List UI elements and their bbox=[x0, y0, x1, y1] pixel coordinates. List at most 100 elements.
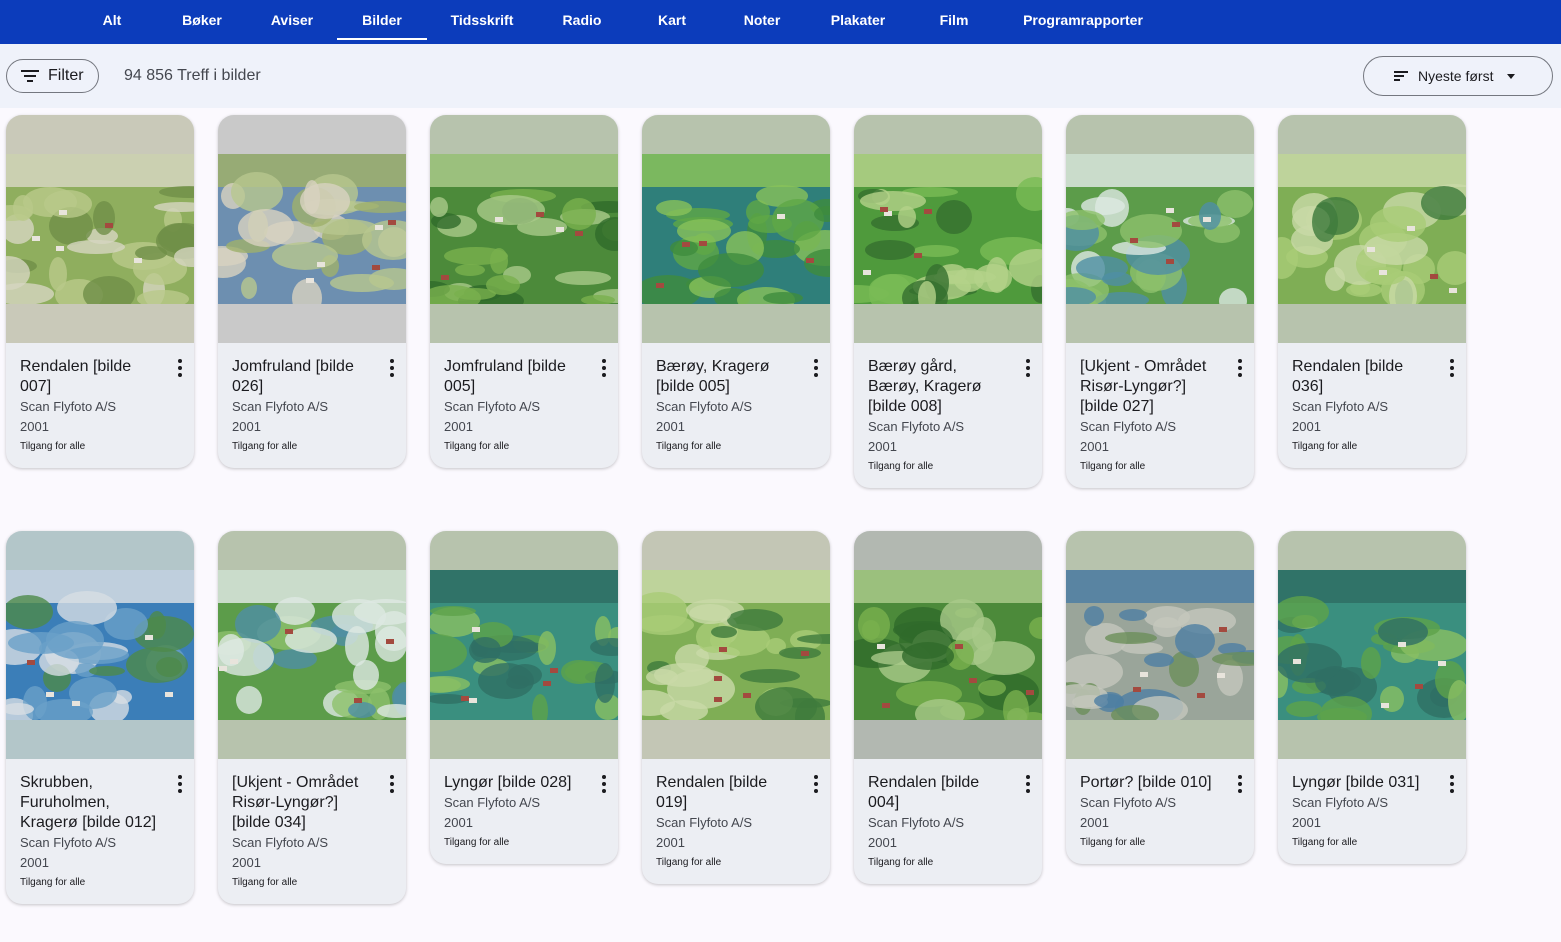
more-options-icon[interactable] bbox=[1236, 359, 1244, 377]
card-year: 2001 bbox=[868, 439, 897, 454]
more-options-icon[interactable] bbox=[176, 359, 184, 377]
filter-button[interactable]: Filter bbox=[6, 59, 99, 93]
card-info: Jomfruland [bilde 005] Scan Flyfoto A/S 20… bbox=[430, 343, 618, 468]
thumbnail[interactable] bbox=[430, 115, 618, 343]
thumbnail[interactable] bbox=[6, 115, 194, 343]
more-options-icon[interactable] bbox=[176, 775, 184, 793]
tab-aviser[interactable]: Aviser bbox=[250, 0, 334, 40]
result-card[interactable]: Bærøy gård, Bærøy, Kragerø [bilde 008] Sc… bbox=[854, 115, 1042, 488]
more-options-icon[interactable] bbox=[600, 775, 608, 793]
filter-icon bbox=[21, 69, 39, 83]
aerial-photo bbox=[642, 570, 830, 735]
more-options-icon[interactable] bbox=[1024, 359, 1032, 377]
result-card[interactable]: [Ukjent - Området Risør-Lyngør?] [bilde … bbox=[218, 531, 406, 904]
aerial-photo bbox=[1066, 570, 1254, 725]
tab-bilder[interactable]: Bilder bbox=[337, 0, 427, 40]
thumbnail[interactable] bbox=[854, 531, 1042, 759]
more-options-icon[interactable] bbox=[388, 359, 396, 377]
card-info: Bærøy, Kragerø [bilde 005] Scan Flyfoto A… bbox=[642, 343, 830, 468]
aerial-photo bbox=[430, 154, 618, 313]
filter-label: Filter bbox=[48, 67, 84, 84]
card-title: Bærøy gård, Bærøy, Kragerø [bilde 008] bbox=[868, 358, 982, 415]
card-creator: Scan Flyfoto A/S bbox=[232, 835, 329, 850]
result-card[interactable]: Rendalen [bilde 004] Scan Flyfoto A/S 2001… bbox=[854, 531, 1042, 884]
thumbnail[interactable] bbox=[1066, 531, 1254, 759]
aerial-photo bbox=[430, 570, 618, 728]
card-title: Rendalen [bilde 036] bbox=[1292, 358, 1404, 395]
card-creator: Scan Flyfoto A/S bbox=[444, 399, 541, 414]
card-title: Rendalen [bilde 019] bbox=[656, 774, 768, 811]
thumbnail[interactable] bbox=[6, 531, 194, 759]
more-options-icon[interactable] bbox=[1448, 359, 1456, 377]
thumbnail[interactable] bbox=[218, 531, 406, 759]
result-card[interactable]: Rendalen [bilde 036] Scan Flyfoto A/S 2001… bbox=[1278, 115, 1466, 468]
card-title: Skrubben, Furuholmen, Kragerø [bilde 012… bbox=[20, 774, 157, 831]
card-year: 2001 bbox=[656, 419, 685, 434]
thumbnail[interactable] bbox=[1278, 115, 1466, 343]
card-year: 2001 bbox=[1292, 419, 1321, 434]
aerial-photo bbox=[1278, 154, 1466, 316]
aerial-photo bbox=[854, 570, 1042, 730]
card-year: 2001 bbox=[232, 419, 261, 434]
result-card[interactable]: Jomfruland [bilde 005] Scan Flyfoto A/S 20… bbox=[430, 115, 618, 468]
aerial-photo bbox=[6, 570, 194, 732]
more-options-icon[interactable] bbox=[812, 359, 820, 377]
thumbnail[interactable] bbox=[642, 531, 830, 759]
more-options-icon[interactable] bbox=[600, 359, 608, 377]
card-title: Rendalen [bilde 004] bbox=[868, 774, 980, 811]
result-card[interactable]: Rendalen [bilde 019] Scan Flyfoto A/S 2001… bbox=[642, 531, 830, 884]
tab-noter[interactable]: Noter bbox=[716, 0, 808, 40]
card-title: [Ukjent - Området Risør-Lyngør?] [bilde … bbox=[1080, 358, 1207, 415]
card-access: Tilgang for alle bbox=[868, 461, 934, 472]
category-nav: Alt Bøker Aviser Bilder Tidsskrift Radio Kart N… bbox=[0, 0, 1561, 44]
result-card[interactable]: Bærøy, Kragerø [bilde 005] Scan Flyfoto A… bbox=[642, 115, 830, 468]
result-card[interactable]: Lyngør [bilde 028] Scan Flyfoto A/S 2001 Ti… bbox=[430, 531, 618, 864]
result-card[interactable]: Skrubben, Furuholmen, Kragerø [bilde 012… bbox=[6, 531, 194, 904]
card-access: Tilgang for alle bbox=[444, 441, 510, 452]
card-access: Tilgang for alle bbox=[1080, 837, 1146, 848]
card-creator: Scan Flyfoto A/S bbox=[1080, 795, 1177, 810]
result-card[interactable]: [Ukjent - Området Risør-Lyngør?] [bilde … bbox=[1066, 115, 1254, 488]
tab-film[interactable]: Film bbox=[912, 0, 996, 40]
card-creator: Scan Flyfoto A/S bbox=[656, 815, 753, 830]
card-info: [Ukjent - Området Risør-Lyngør?] [bilde … bbox=[1066, 343, 1254, 488]
aerial-photo bbox=[6, 154, 194, 312]
card-title: [Ukjent - Området Risør-Lyngør?] [bilde … bbox=[232, 774, 359, 831]
card-creator: Scan Flyfoto A/S bbox=[1080, 419, 1177, 434]
card-title: Bærøy, Kragerø [bilde 005] bbox=[656, 358, 770, 395]
thumbnail[interactable] bbox=[218, 115, 406, 343]
thumbnail[interactable] bbox=[854, 115, 1042, 343]
card-year: 2001 bbox=[444, 419, 473, 434]
more-options-icon[interactable] bbox=[388, 775, 396, 793]
result-card[interactable]: Portør? [bilde 010] Scan Flyfoto A/S 2001 T… bbox=[1066, 531, 1254, 864]
results-toolbar: Filter 94 856 Treff i bilder Nyeste førs… bbox=[0, 44, 1561, 108]
result-card[interactable]: Lyngør [bilde 031] Scan Flyfoto A/S 2001 Ti… bbox=[1278, 531, 1466, 864]
card-info: Rendalen [bilde 019] Scan Flyfoto A/S 2001… bbox=[642, 759, 830, 884]
more-options-icon[interactable] bbox=[812, 775, 820, 793]
card-creator: Scan Flyfoto A/S bbox=[1292, 795, 1389, 810]
tab-tidsskrift[interactable]: Tidsskrift bbox=[436, 0, 528, 40]
card-title: Lyngør [bilde 028] bbox=[444, 774, 572, 791]
result-card[interactable]: Jomfruland [bilde 026] Scan Flyfoto A/S 20… bbox=[218, 115, 406, 468]
card-info: Lyngør [bilde 031] Scan Flyfoto A/S 2001 Ti… bbox=[1278, 759, 1466, 864]
tab-bøker[interactable]: Bøker bbox=[160, 0, 244, 40]
tab-radio[interactable]: Radio bbox=[536, 0, 628, 40]
thumbnail[interactable] bbox=[1066, 115, 1254, 343]
card-access: Tilgang for alle bbox=[232, 877, 298, 888]
tab-alt[interactable]: Alt bbox=[70, 0, 154, 40]
more-options-icon[interactable] bbox=[1236, 775, 1244, 793]
result-card[interactable]: Rendalen [bilde 007] Scan Flyfoto A/S 2001… bbox=[6, 115, 194, 468]
thumbnail[interactable] bbox=[1278, 531, 1466, 759]
tab-kart[interactable]: Kart bbox=[626, 0, 718, 40]
card-access: Tilgang for alle bbox=[656, 441, 722, 452]
card-info: Rendalen [bilde 036] Scan Flyfoto A/S 2001… bbox=[1278, 343, 1466, 468]
sort-dropdown[interactable]: Nyeste først bbox=[1363, 56, 1553, 96]
card-creator: Scan Flyfoto A/S bbox=[868, 419, 965, 434]
tab-programrapporter[interactable]: Programrapporter bbox=[1000, 0, 1166, 40]
aerial-photo bbox=[1278, 570, 1466, 732]
thumbnail[interactable] bbox=[642, 115, 830, 343]
more-options-icon[interactable] bbox=[1024, 775, 1032, 793]
more-options-icon[interactable] bbox=[1448, 775, 1456, 793]
thumbnail[interactable] bbox=[430, 531, 618, 759]
tab-plakater[interactable]: Plakater bbox=[809, 0, 907, 40]
